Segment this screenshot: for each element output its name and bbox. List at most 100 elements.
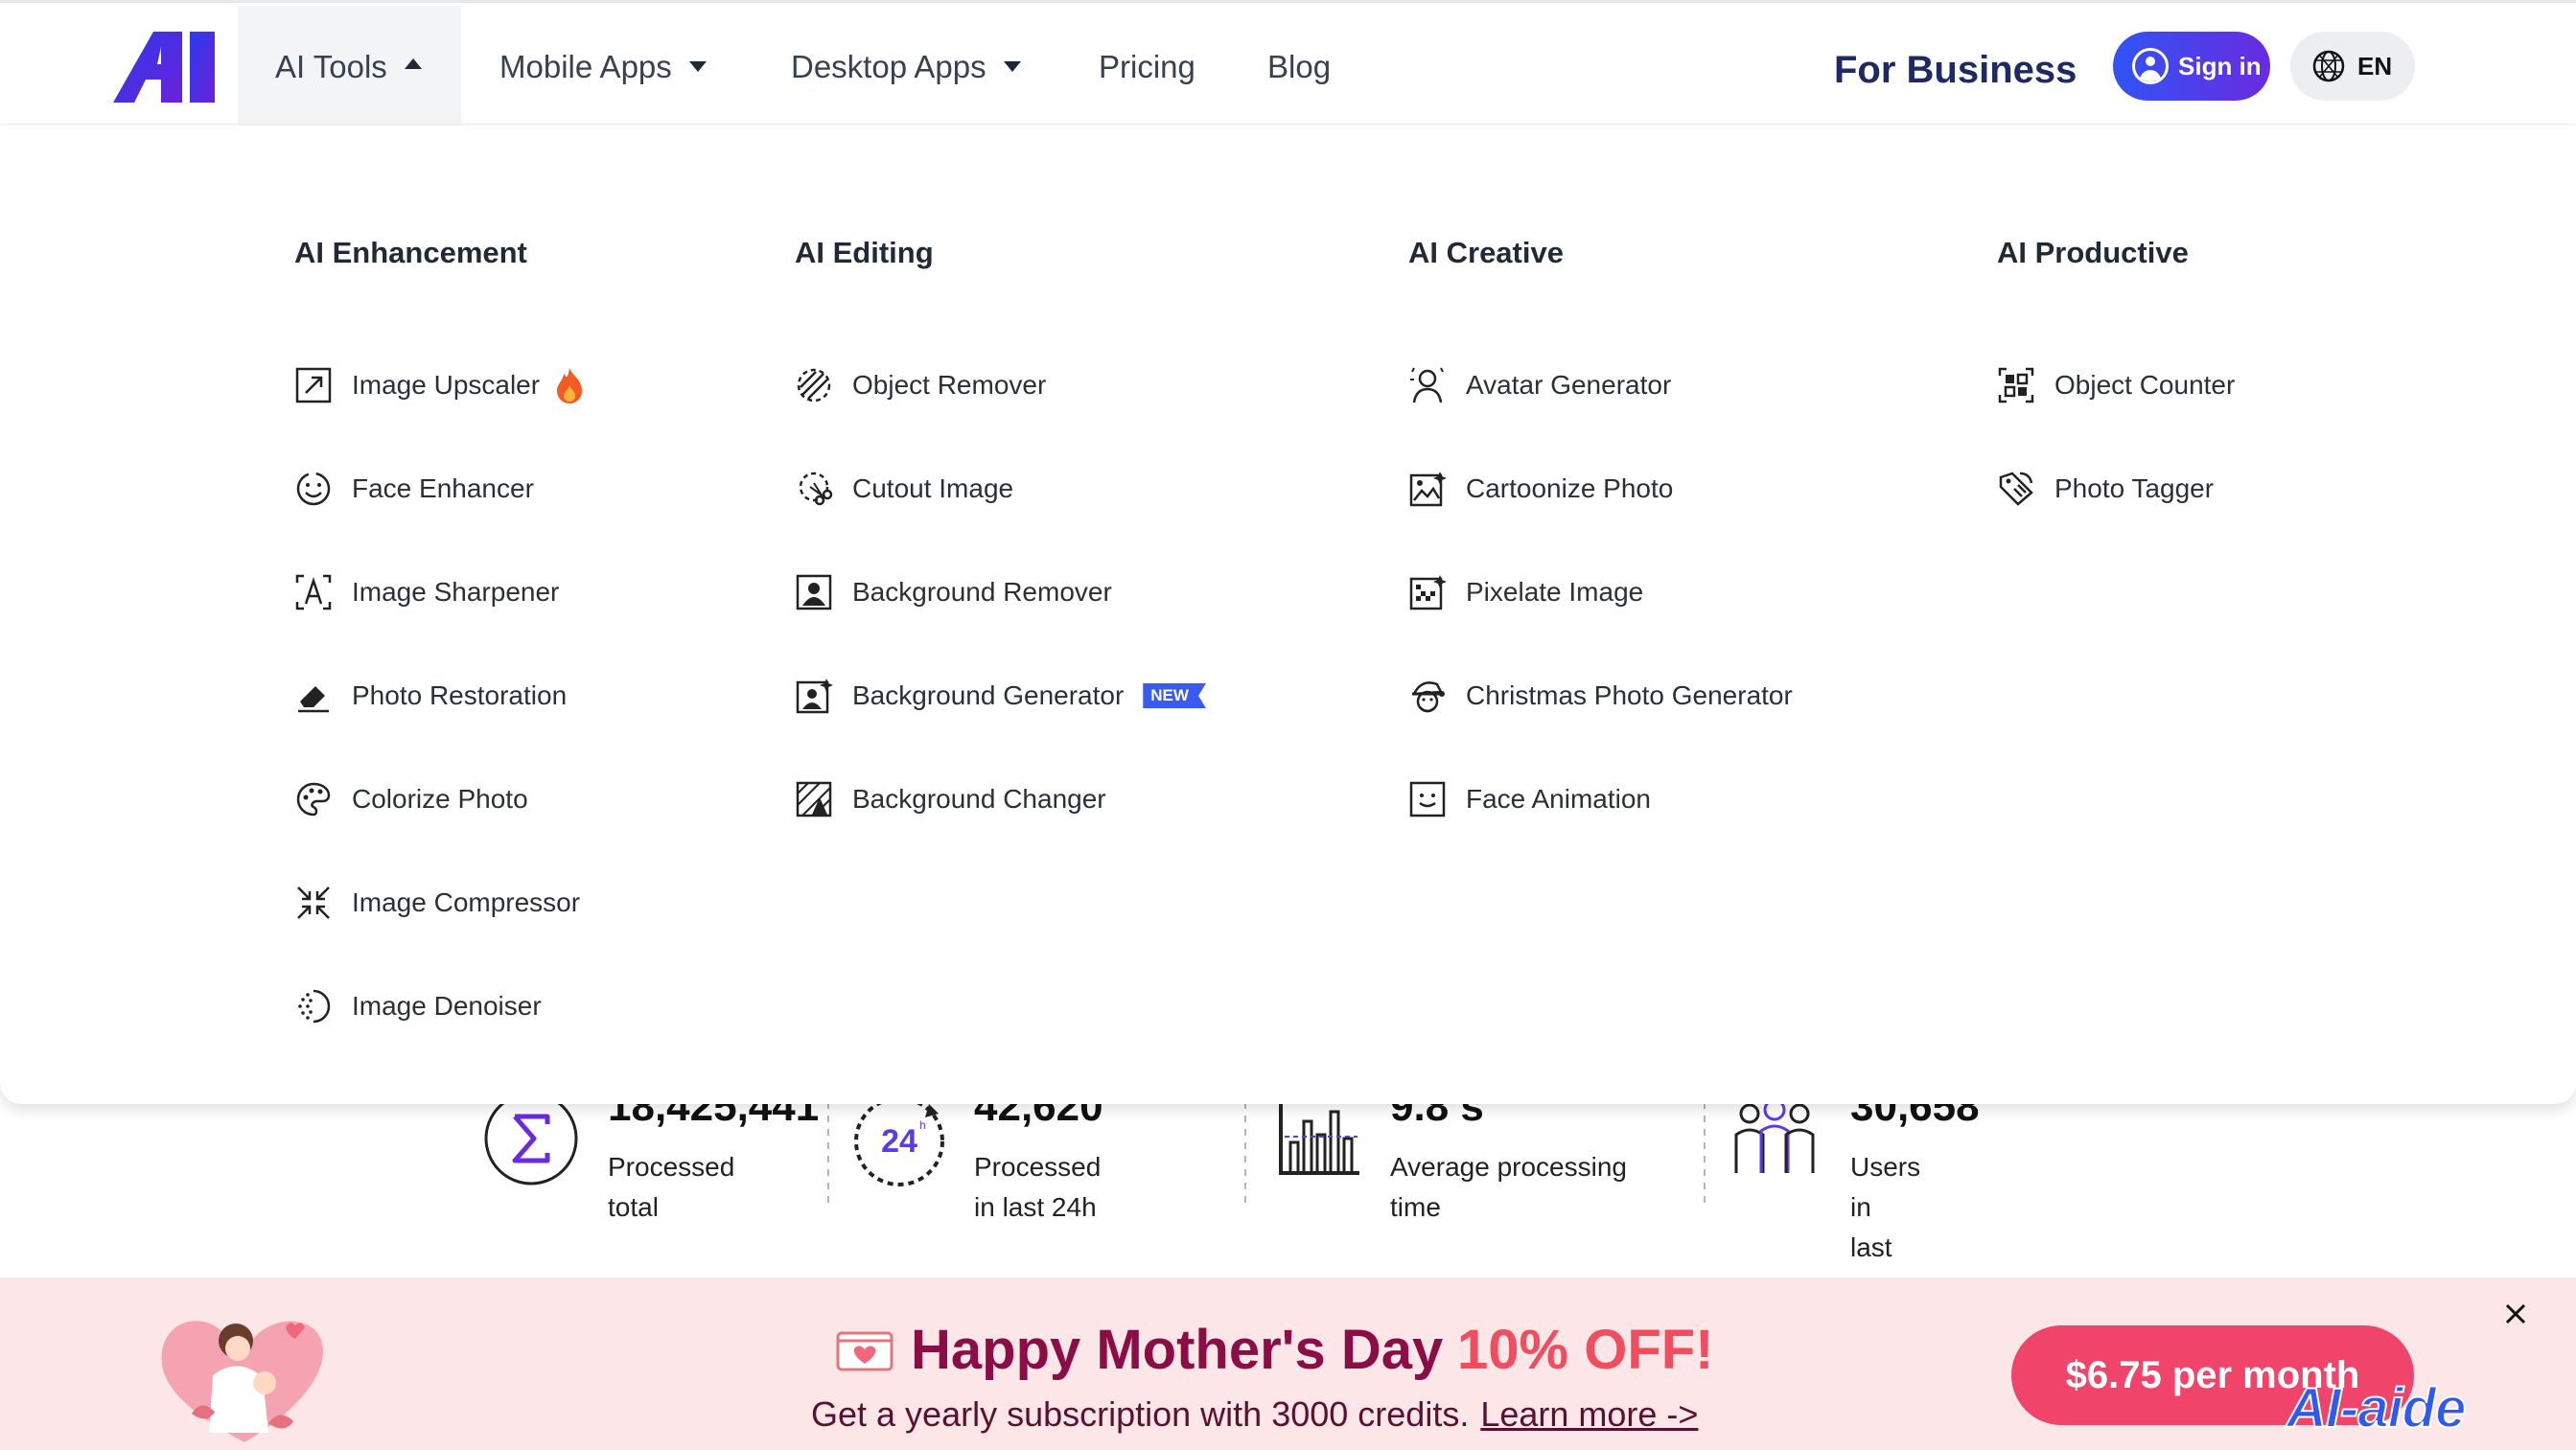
palette-icon (296, 782, 331, 817)
menu-item-colorize-photo[interactable]: Colorize Photo (294, 748, 586, 851)
menu-item-face-animation[interactable]: Face Animation (1408, 748, 1793, 851)
menu-item-label: Colorize Photo (352, 784, 528, 814)
promo-subtitle-text: Get a yearly subscription with 3000 cred… (811, 1394, 1470, 1434)
sharpen-icon (295, 574, 332, 610)
menu-item-avatar-generator[interactable]: Avatar Generator (1408, 334, 1793, 437)
cutout-icon (799, 472, 833, 506)
menu-item-pixelate-image[interactable]: Pixelate Image (1408, 541, 1793, 644)
for-business-link[interactable]: For Business (1834, 41, 2077, 99)
nav-label: Desktop Apps (791, 48, 986, 84)
close-icon[interactable] (2504, 1302, 2527, 1325)
ai-tools-menu: AI Enhancement Image Upscaler Face Enhan… (0, 126, 2576, 1104)
chevron-down-icon (688, 61, 707, 72)
menu-item-label: Image Denoiser (352, 991, 542, 1021)
menu-item-cutout-image[interactable]: Cutout Image (795, 437, 1206, 541)
menu-column-enhancement: AI Enhancement Image Upscaler Face Enhan… (294, 236, 586, 1058)
watermark: AI-aide (2286, 1376, 2467, 1440)
menu-item-label: Background Changer (852, 784, 1106, 814)
users-icon (1734, 1098, 1815, 1173)
divider (827, 1102, 829, 1208)
menu-item-label: Christmas Photo Generator (1466, 680, 1793, 710)
counter-icon (1998, 367, 2034, 403)
face-animation-icon (1409, 781, 1446, 817)
brand-logo[interactable] (113, 32, 219, 103)
menu-item-face-enhancer[interactable]: Face Enhancer (294, 437, 586, 541)
promo-discount: 10% OFF! (1457, 1319, 1714, 1381)
menu-item-label: Avatar Generator (1466, 370, 1672, 400)
bar-chart-icon (1279, 1100, 1359, 1175)
svg-text:24: 24 (881, 1123, 917, 1160)
nav-ai-tools[interactable]: AI Tools (238, 6, 461, 127)
smile-face-icon (296, 472, 331, 506)
svg-text:h: h (919, 1118, 926, 1132)
bg-change-icon (796, 781, 832, 817)
promo-subtitle: Get a yearly subscription with 3000 cred… (811, 1394, 1698, 1435)
chevron-down-icon (1003, 61, 1021, 72)
nav-label: Pricing (1099, 48, 1195, 84)
divider (1244, 1102, 1246, 1208)
bg-generate-icon (796, 679, 833, 714)
nav-mobile-apps[interactable]: Mobile Apps (499, 6, 707, 127)
fire-icon (557, 368, 583, 403)
nav-blog[interactable]: Blog (1267, 6, 1331, 127)
menu-item-object-remover[interactable]: Object Remover (795, 334, 1206, 437)
language-label: EN (2357, 51, 2393, 81)
menu-item-image-sharpener[interactable]: Image Sharpener (294, 541, 586, 644)
learn-more-link[interactable]: Learn more -> (1480, 1394, 1698, 1434)
eraser-icon (298, 686, 329, 713)
nav-pricing[interactable]: Pricing (1099, 6, 1195, 127)
column-title: AI Creative (1408, 236, 1564, 269)
nav-desktop-apps[interactable]: Desktop Apps (791, 6, 1021, 127)
menu-item-label: Object Counter (2054, 370, 2236, 400)
menu-item-object-counter[interactable]: Object Counter (1997, 334, 2235, 437)
menu-item-background-changer[interactable]: Background Changer (795, 748, 1206, 851)
column-title: AI Editing (795, 236, 934, 269)
menu-item-label: Photo Tagger (2054, 473, 2215, 503)
column-title: AI Enhancement (294, 236, 527, 269)
menu-item-label: Pixelate Image (1466, 577, 1644, 607)
pixelate-icon (1409, 575, 1447, 610)
sign-in-label: Sign in (2178, 51, 2262, 81)
top-header: AI Tools Mobile Apps Desktop Apps Pricin… (0, 0, 2576, 127)
menu-column-productive: AI Productive Object Counter Photo Tagge… (1997, 236, 2235, 541)
tag-icon (1999, 472, 2033, 506)
menu-item-background-remover[interactable]: Background Remover (795, 541, 1206, 644)
menu-item-label: Image Compressor (352, 887, 581, 917)
clock-24h-icon: 24 h (854, 1096, 944, 1186)
menu-item-cartoonize-photo[interactable]: Cartoonize Photo (1408, 437, 1793, 541)
menu-item-label: Cartoonize Photo (1466, 473, 1674, 503)
menu-item-christmas-photo-generator[interactable]: Christmas Photo Generator (1408, 644, 1793, 748)
menu-item-photo-restoration[interactable]: Photo Restoration (294, 644, 586, 748)
menu-item-label: Object Remover (852, 370, 1047, 400)
user-icon (2132, 48, 2169, 84)
mothers-day-illustration-icon (161, 1321, 323, 1442)
compress-icon (297, 886, 330, 919)
sign-in-button[interactable]: Sign in (2113, 32, 2270, 101)
menu-item-label: Image Upscaler (352, 370, 541, 400)
menu-item-label: Face Animation (1466, 784, 1651, 814)
upscale-icon (295, 367, 332, 403)
bg-remove-icon (796, 574, 832, 610)
stat-label: Average processing time (1390, 1152, 1627, 1222)
sigma-icon (484, 1092, 578, 1185)
menu-item-image-upscaler[interactable]: Image Upscaler (294, 334, 586, 437)
santa-icon (1411, 681, 1445, 713)
menu-item-background-generator[interactable]: Background Generator NEW (795, 644, 1206, 748)
menu-item-label: Image Sharpener (352, 577, 560, 607)
cartoon-icon (1409, 472, 1447, 507)
promo-title: Happy Mother's Day (911, 1319, 1444, 1381)
gift-card-icon (836, 1331, 893, 1371)
divider (1704, 1102, 1706, 1208)
menu-item-image-denoiser[interactable]: Image Denoiser (294, 955, 586, 1058)
menu-item-label: Cutout Image (852, 473, 1014, 503)
new-badge: NEW (1143, 683, 1206, 708)
promo-banner: Happy Mother's Day 10% OFF! Get a yearly… (0, 1277, 2576, 1450)
stat-label: Processed total (608, 1152, 735, 1222)
language-selector[interactable]: EN (2290, 32, 2415, 101)
menu-item-label: Background Generator (852, 680, 1125, 710)
nav-label: Blog (1267, 48, 1332, 84)
column-title: AI Productive (1997, 236, 2189, 269)
menu-item-image-compressor[interactable]: Image Compressor (294, 851, 586, 955)
menu-item-photo-tagger[interactable]: Photo Tagger (1997, 437, 2235, 541)
nav-label: Mobile Apps (499, 48, 672, 84)
